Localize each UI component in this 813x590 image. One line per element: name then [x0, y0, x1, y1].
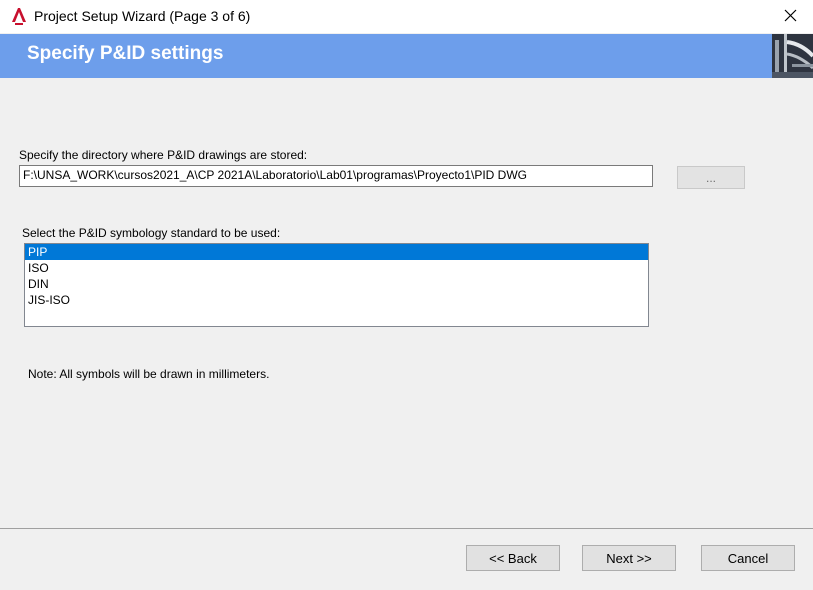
page-header-banner: Specify P&ID settings [0, 34, 813, 78]
symbology-label: Select the P&ID symbology standard to be… [22, 226, 281, 240]
browse-button[interactable]: ... [677, 166, 745, 189]
symbology-listbox[interactable]: PIP ISO DIN JIS-ISO [24, 243, 649, 327]
symbology-option-pip[interactable]: PIP [25, 244, 648, 260]
directory-path-field[interactable]: F:\UNSA_WORK\cursos2021_A\CP 2021A\Labor… [19, 165, 653, 187]
directory-label: Specify the directory where P&ID drawing… [19, 148, 308, 162]
close-icon [784, 9, 797, 25]
units-note: Note: All symbols will be drawn in milli… [28, 367, 270, 381]
symbology-option-jis-iso[interactable]: JIS-ISO [25, 292, 648, 308]
next-button[interactable]: Next >> [582, 545, 676, 571]
back-button[interactable]: << Back [466, 545, 560, 571]
title-bar: Project Setup Wizard (Page 3 of 6) [0, 0, 813, 33]
cancel-button[interactable]: Cancel [701, 545, 795, 571]
autocad-plant-logo-icon [10, 6, 27, 26]
symbology-option-iso[interactable]: ISO [25, 260, 648, 276]
symbology-option-din[interactable]: DIN [25, 276, 648, 292]
close-button[interactable] [767, 0, 813, 33]
wizard-footer [0, 529, 813, 590]
page-title: Specify P&ID settings [27, 43, 224, 64]
window-title: Project Setup Wizard (Page 3 of 6) [34, 8, 251, 24]
plant-pipes-image [772, 34, 813, 78]
